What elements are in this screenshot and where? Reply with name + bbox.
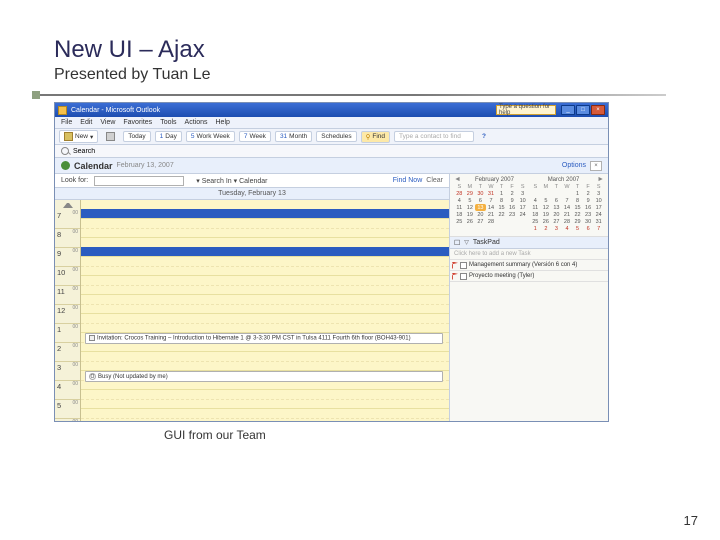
menu-help[interactable]: Help xyxy=(216,119,230,126)
maximize-button[interactable]: □ xyxy=(576,105,590,115)
help-icon-button[interactable]: ? xyxy=(478,132,490,141)
schedules-button[interactable]: Schedules xyxy=(316,131,356,142)
options-link[interactable]: Options xyxy=(562,162,586,169)
busy-block-early xyxy=(81,209,449,218)
search-input[interactable] xyxy=(73,148,153,155)
day-button[interactable]: 1 Day xyxy=(155,131,182,142)
taskpad-heading: TaskPad xyxy=(473,239,500,246)
menu-edit[interactable]: Edit xyxy=(80,119,92,126)
menu-bar: File Edit View Favorites Tools Actions H… xyxy=(55,117,608,129)
event-invitation[interactable]: Invitation: Crocos Training – Introducti… xyxy=(85,333,443,344)
taskpad-sort-icon[interactable]: ▽ xyxy=(464,239,469,246)
close-pane-button[interactable]: × xyxy=(590,161,602,171)
taskpad: ☐ ▽ TaskPad Click here to add a new Task… xyxy=(450,237,608,421)
minical-mar[interactable]: March 2007► SMTWTFS 123 45678910 1112131… xyxy=(530,176,604,232)
mini-calendars: ◄February 2007 SMTWTFS 28293031123 45678… xyxy=(450,174,608,237)
menu-file[interactable]: File xyxy=(61,119,72,126)
calendar-date-long: February 13, 2007 xyxy=(117,162,174,169)
minical-feb[interactable]: ◄February 2007 SMTWTFS 28293031123 45678… xyxy=(454,176,528,232)
look-for-label: Look for: xyxy=(61,177,88,184)
hour-column: 700 800 900 1000 1100 1200 100 200 300 4… xyxy=(55,200,81,421)
calendar-header: Calendar February 13, 2007 Options × xyxy=(55,158,608,174)
slide-caption: GUI from our Team xyxy=(164,428,666,442)
clear-link[interactable]: Clear xyxy=(426,177,443,184)
contact-search[interactable]: Type a contact to find xyxy=(394,131,474,142)
checkbox-icon xyxy=(89,335,95,341)
taskpad-new-row[interactable]: Click here to add a new Task xyxy=(450,249,608,260)
hour-12: 1200 xyxy=(55,305,80,324)
horizontal-rule xyxy=(36,94,666,96)
day-view: Look for: ▾ Search In ▾ Calendar Find No… xyxy=(55,174,450,421)
month-button[interactable]: 31 Month xyxy=(275,131,312,142)
hour-7: 700 xyxy=(55,210,80,229)
close-button[interactable]: × xyxy=(591,105,605,115)
time-grid[interactable]: Invitation: Crocos Training – Introducti… xyxy=(81,200,449,421)
hour-5: 500 xyxy=(55,400,80,419)
hour-2: 200 xyxy=(55,343,80,362)
outlook-window: Calendar - Microsoft Outlook Type a ques… xyxy=(54,102,609,422)
print-icon xyxy=(106,132,115,141)
prev-month-icon[interactable]: ◄ xyxy=(454,176,461,183)
checkbox-icon[interactable] xyxy=(460,262,467,269)
hour-4: 400 xyxy=(55,381,80,400)
search-icon xyxy=(61,147,69,155)
menu-actions[interactable]: Actions xyxy=(185,119,208,126)
event-busy[interactable]: OBusy (Not updated by me) xyxy=(85,371,443,382)
slide-subtitle: Presented by Tuan Le xyxy=(54,66,666,84)
task-row[interactable]: Management summary (Versión 6 con 4) xyxy=(450,260,608,271)
menu-tools[interactable]: Tools xyxy=(160,119,176,126)
hour-8: 800 xyxy=(55,229,80,248)
new-icon xyxy=(64,132,73,141)
print-button[interactable] xyxy=(102,131,119,142)
new-button[interactable]: New ▾ xyxy=(59,130,98,143)
checkbox-icon[interactable] xyxy=(460,273,467,280)
side-panel: ◄February 2007 SMTWTFS 28293031123 45678… xyxy=(450,174,608,421)
recurring-icon: O xyxy=(89,373,96,380)
week-button[interactable]: 7 Week xyxy=(239,131,271,142)
slide-title: New UI – Ajax xyxy=(54,36,666,64)
taskpad-complete-col[interactable]: ☐ xyxy=(454,239,460,247)
task-row[interactable]: Proyecto meeting (Tyler) xyxy=(450,271,608,282)
search-in-label: Search In xyxy=(202,178,232,185)
find-button[interactable]: ⚲ Find xyxy=(361,131,390,143)
hour-3: 300 xyxy=(55,362,80,381)
today-button[interactable]: Today xyxy=(123,131,150,142)
hour-1: 100 xyxy=(55,324,80,343)
scroll-up-icon[interactable] xyxy=(63,202,73,208)
minimize-button[interactable]: _ xyxy=(561,105,575,115)
workweek-button[interactable]: 5 Work Week xyxy=(186,131,235,142)
next-month-icon[interactable]: ► xyxy=(597,176,604,183)
calendar-circle-icon xyxy=(61,161,70,170)
look-for-input[interactable] xyxy=(94,176,184,186)
search-row xyxy=(55,145,608,158)
find-now-link[interactable]: Find Now xyxy=(393,177,423,184)
window-title: Calendar - Microsoft Outlook xyxy=(71,107,160,114)
flag-icon xyxy=(452,273,458,280)
titlebar: Calendar - Microsoft Outlook Type a ques… xyxy=(55,103,608,117)
help-search-box[interactable]: Type a question for help xyxy=(496,105,556,115)
hour-9: 900 xyxy=(55,248,80,267)
app-icon xyxy=(58,106,67,115)
calendar-heading: Calendar xyxy=(74,161,113,171)
busy-block-mid xyxy=(81,247,449,256)
menu-favorites[interactable]: Favorites xyxy=(123,119,152,126)
hour-6: 600 xyxy=(55,419,80,421)
flag-icon xyxy=(452,262,458,269)
day-header: Tuesday, February 13 xyxy=(55,188,449,200)
page-number: 17 xyxy=(684,513,698,528)
menu-view[interactable]: View xyxy=(100,119,115,126)
main-toolbar: New ▾ Today 1 Day 5 Work Week 7 Week 31 … xyxy=(55,129,608,145)
hour-11: 1100 xyxy=(55,286,80,305)
find-bar: Look for: ▾ Search In ▾ Calendar Find No… xyxy=(55,174,449,188)
hour-10: 1000 xyxy=(55,267,80,286)
